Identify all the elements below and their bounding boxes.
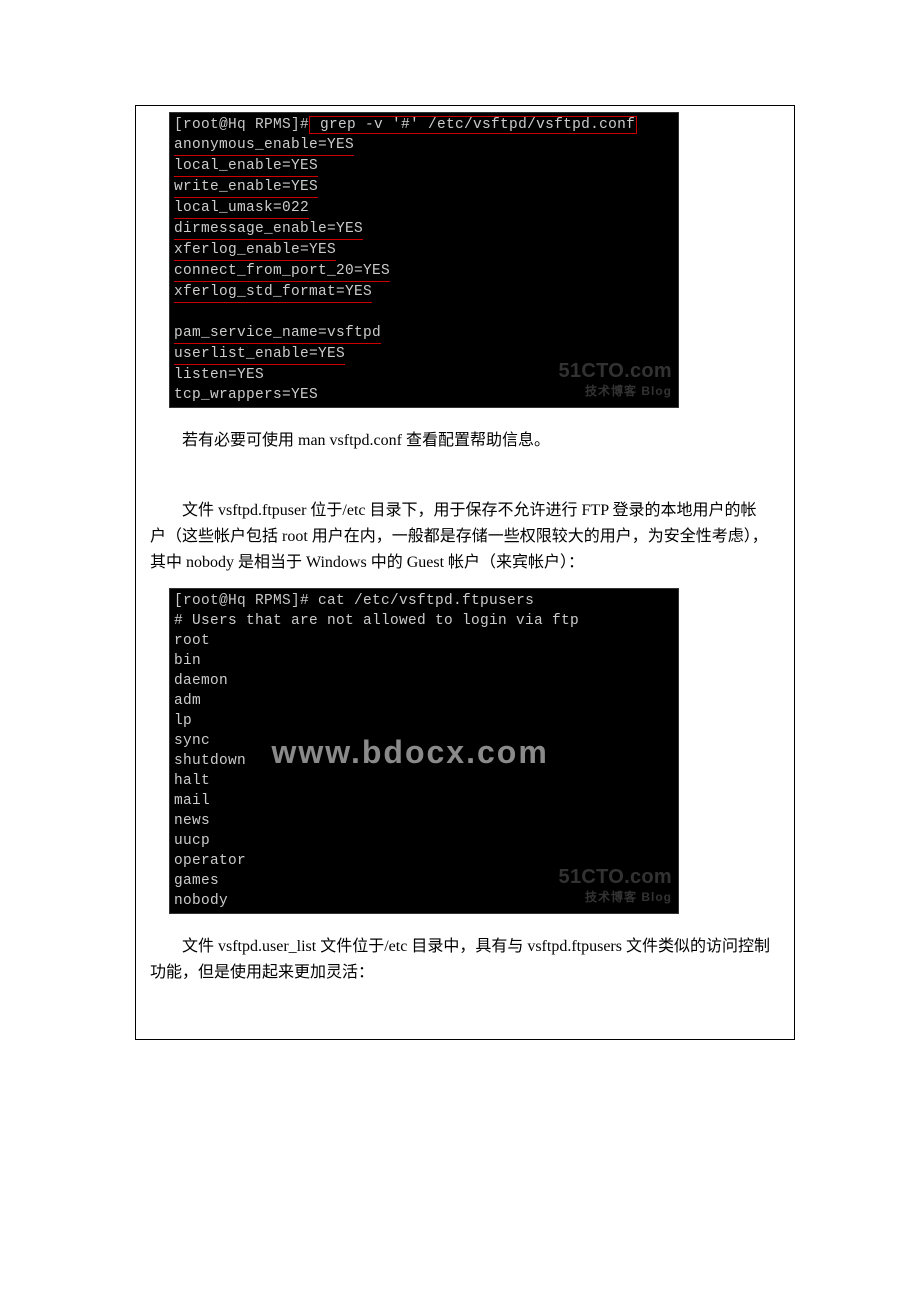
paragraph-1: 若有必要可使用 man vsftpd.conf 查看配置帮助信息。 <box>150 428 770 454</box>
terminal-line: shutdown <box>174 751 674 771</box>
terminal-line: xferlog_std_format=YES <box>174 282 674 303</box>
terminal-line: sync <box>174 731 674 751</box>
terminal-line: connect_from_port_20=YES <box>174 261 674 282</box>
prompt: [root@Hq RPMS]# <box>174 593 309 609</box>
terminal-line-prompt: [root@Hq RPMS]# cat /etc/vsftpd.ftpusers <box>174 591 674 611</box>
terminal-line: root <box>174 631 674 651</box>
terminal-line: anonymous_enable=YES <box>174 135 674 156</box>
terminal-line: pam_service_name=vsftpd <box>174 323 674 344</box>
terminal-line: xferlog_enable=YES <box>174 240 674 261</box>
command: cat /etc/vsftpd.ftpusers <box>309 593 534 609</box>
terminal-line: write_enable=YES <box>174 177 674 198</box>
terminal-line: games <box>174 871 674 891</box>
terminal-line: # Users that are not allowed to login vi… <box>174 611 674 631</box>
terminal-line: userlist_enable=YES <box>174 344 674 365</box>
terminal-screenshot-2: www.bdocx.com [root@Hq RPMS]# cat /etc/v… <box>169 588 679 914</box>
highlighted-command: grep -v '#' /etc/vsftpd/vsftpd.conf <box>309 116 637 134</box>
terminal-line: operator <box>174 851 674 871</box>
terminal-line: nobody <box>174 891 674 911</box>
terminal-line: tcp_wrappers=YES <box>174 385 674 405</box>
terminal-line <box>174 303 674 323</box>
page-frame: [root@Hq RPMS]# grep -v '#' /etc/vsftpd/… <box>135 105 795 1040</box>
terminal-line: adm <box>174 691 674 711</box>
terminal-line: news <box>174 811 674 831</box>
terminal-line: mail <box>174 791 674 811</box>
terminal-line: uucp <box>174 831 674 851</box>
terminal-line: lp <box>174 711 674 731</box>
terminal-line: listen=YES <box>174 365 674 385</box>
terminal-screenshot-1: [root@Hq RPMS]# grep -v '#' /etc/vsftpd/… <box>169 112 679 408</box>
terminal-line-prompt: [root@Hq RPMS]# grep -v '#' /etc/vsftpd/… <box>174 115 674 135</box>
terminal-line: bin <box>174 651 674 671</box>
terminal-line: local_enable=YES <box>174 156 674 177</box>
terminal-line: halt <box>174 771 674 791</box>
paragraph-2: 文件 vsftpd.ftpuser 位于/etc 目录下，用于保存不允许进行 F… <box>150 498 770 576</box>
prompt: [root@Hq RPMS]# <box>174 117 309 133</box>
terminal-line: dirmessage_enable=YES <box>174 219 674 240</box>
terminal-line: daemon <box>174 671 674 691</box>
terminal-line: local_umask=022 <box>174 198 674 219</box>
paragraph-3: 文件 vsftpd.user_list 文件位于/etc 目录中，具有与 vsf… <box>150 934 770 986</box>
